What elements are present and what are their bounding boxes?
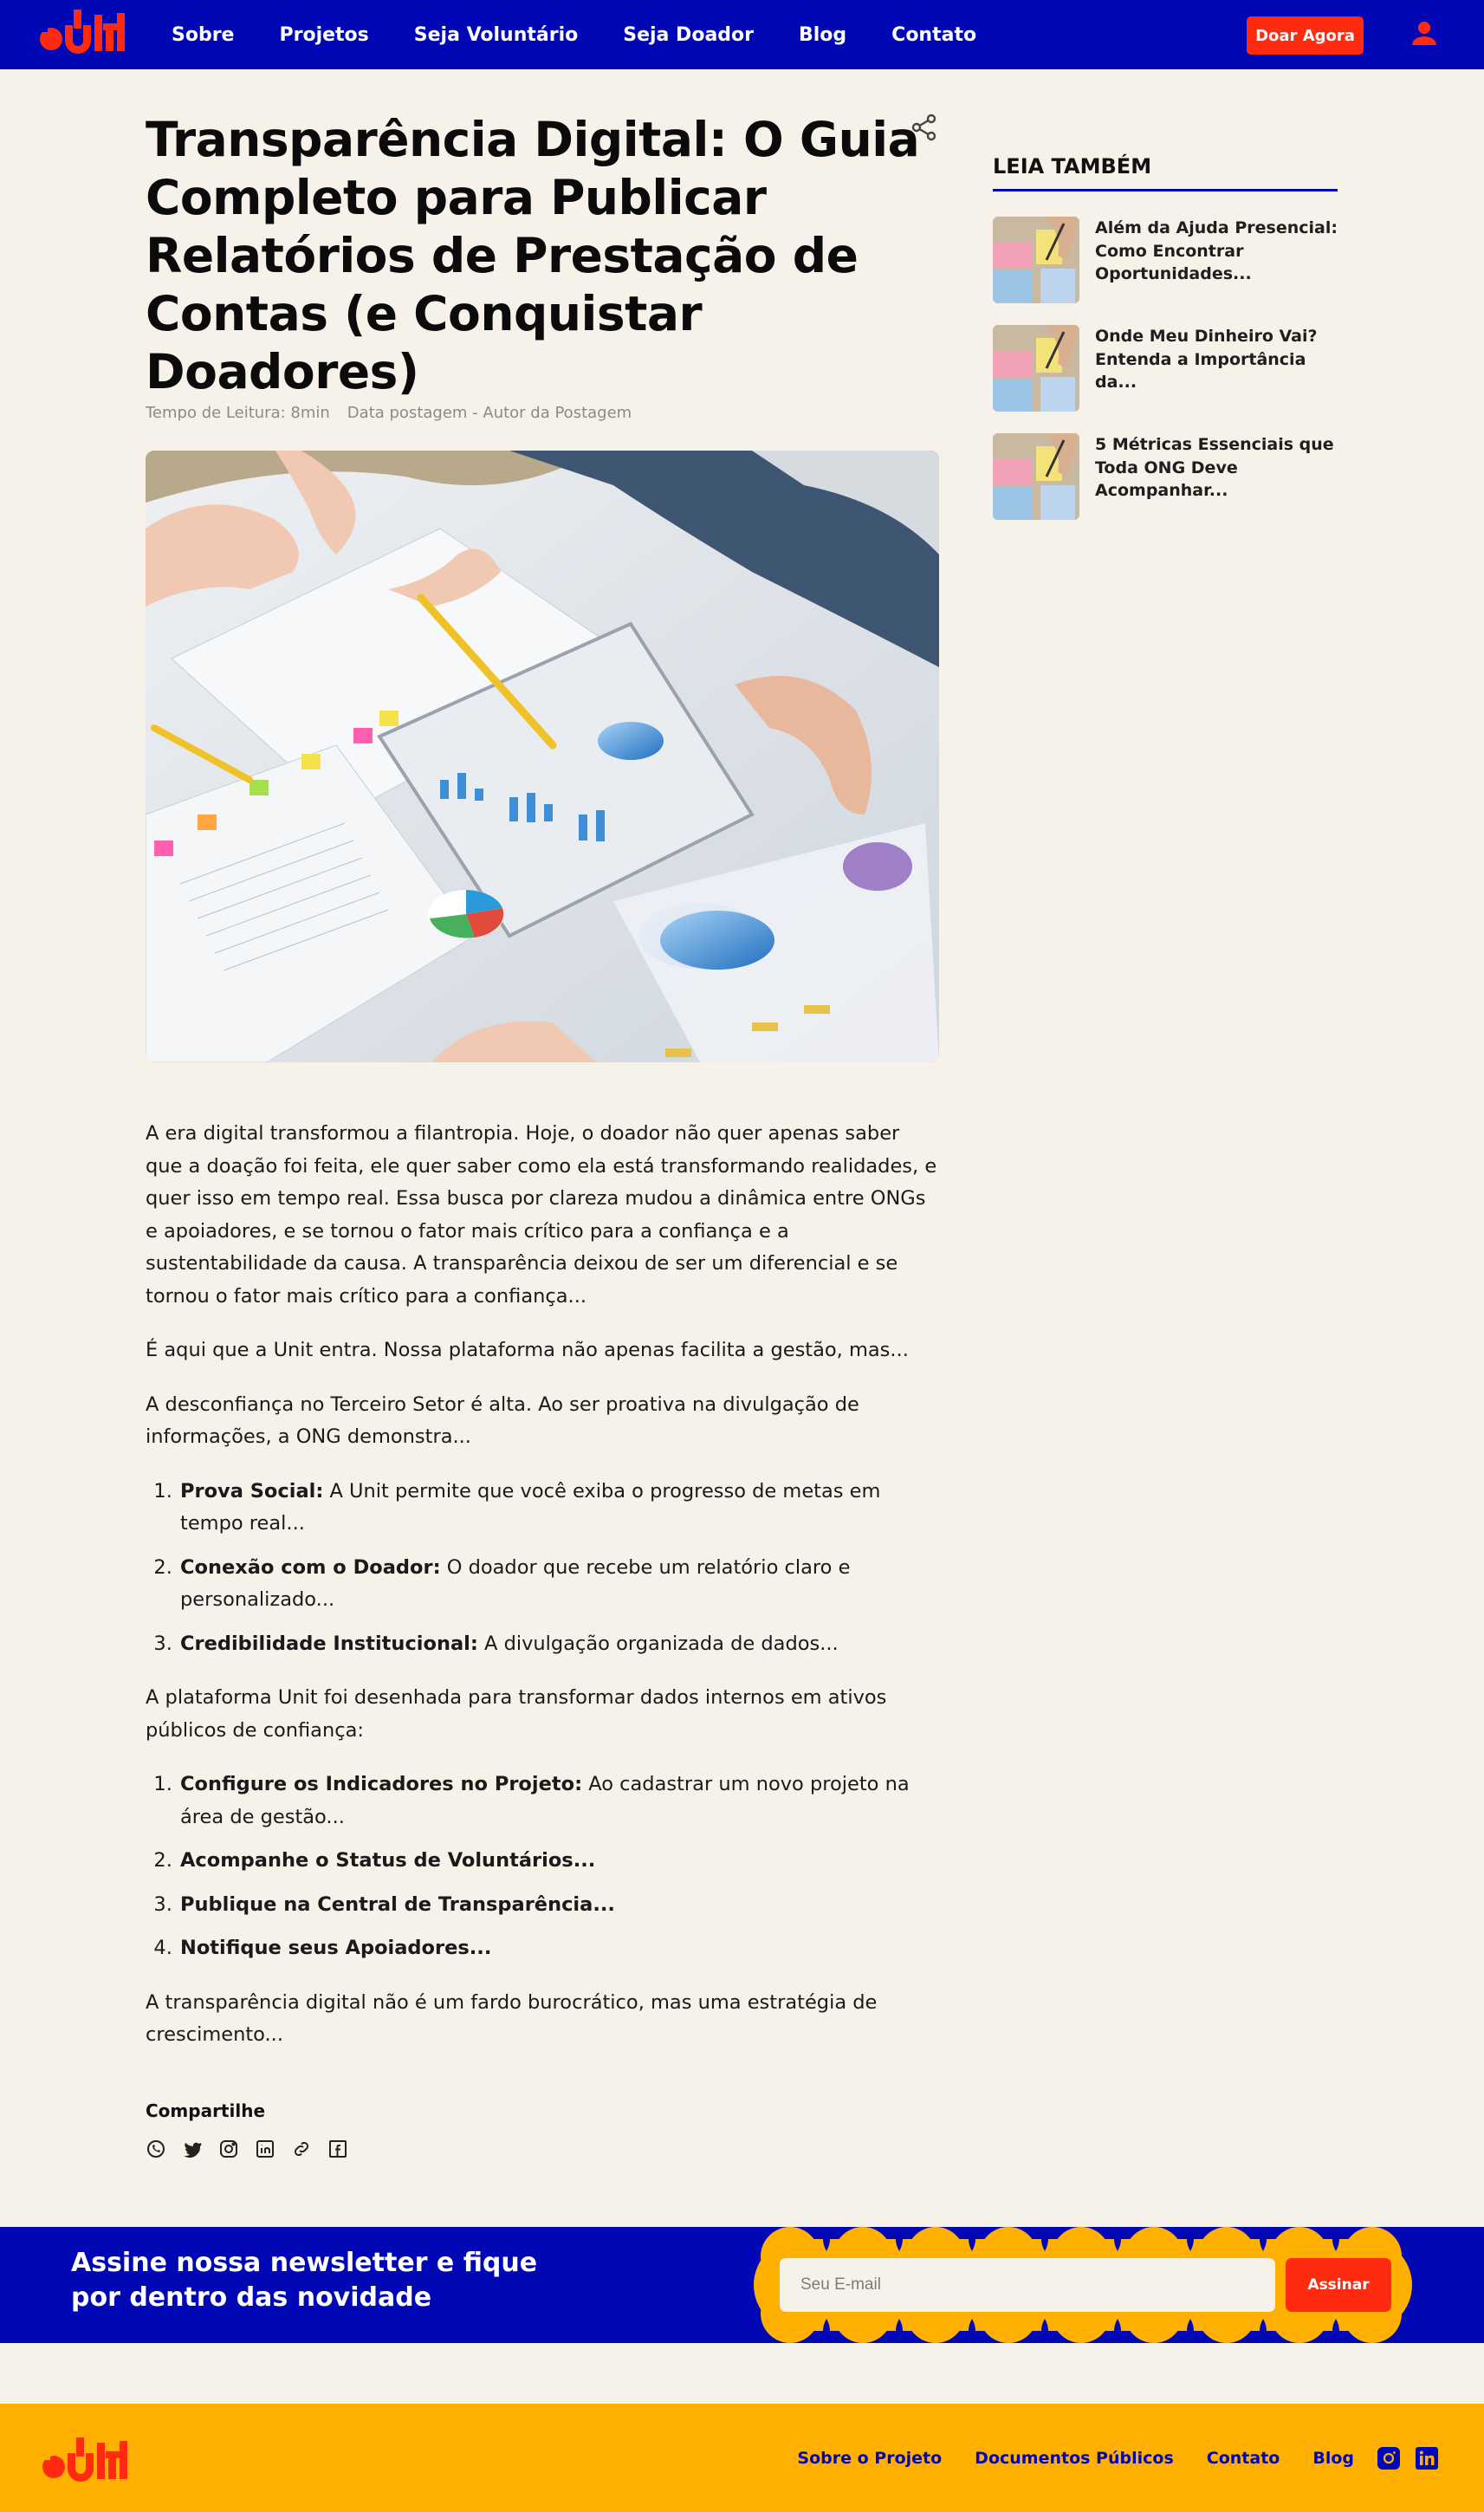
twitter-icon[interactable]: [182, 2139, 203, 2159]
footer-link-documentos-publicos[interactable]: Documentos Públicos: [975, 2449, 1174, 2468]
article-title: Transparência Digital: O Guia Completo p…: [146, 112, 920, 399]
paragraph: A era digital transformou a filantropia.…: [146, 1122, 937, 1308]
related-post[interactable]: Onde Meu Dinheiro Vai? Entenda a Importâ…: [993, 325, 1339, 412]
instagram-icon[interactable]: [218, 2139, 239, 2159]
whatsapp-icon[interactable]: [146, 2139, 166, 2159]
facebook-icon[interactable]: [327, 2139, 348, 2159]
linkedin-icon[interactable]: [1416, 2447, 1438, 2470]
related-post-title: 5 Métricas Essenciais que Toda ONG Deve …: [1095, 435, 1334, 500]
share-icon[interactable]: [910, 113, 939, 142]
benefits-list: Prova Social: A Unit permite que você ex…: [146, 1476, 939, 1661]
list-item: Configure os Indicadores no Projeto: Ao …: [178, 1769, 939, 1834]
unit-logo: [42, 2437, 127, 2482]
related-post-thumbnail: [993, 217, 1079, 303]
share-icons: [146, 2139, 348, 2159]
top-navbar: Sobre Projetos Seja Voluntário Seja Doad…: [0, 0, 1484, 69]
footer-social: [1377, 2447, 1438, 2470]
nav-item-sobre[interactable]: Sobre: [172, 24, 234, 46]
hero-illustration: [146, 451, 939, 1062]
article-hero-image: [146, 451, 939, 1062]
nav-item-seja-voluntario[interactable]: Seja Voluntário: [414, 24, 578, 46]
article-meta: Tempo de Leitura: 8min Data postagem - A…: [146, 404, 632, 422]
list-item: Credibilidade Institucional: A divulgaçã…: [178, 1628, 939, 1661]
reading-time: Tempo de Leitura: 8min: [146, 404, 330, 422]
list-item: Acompanhe o Status de Voluntários...: [178, 1845, 939, 1878]
article-body: A era digital transformou a filantropia.…: [146, 1118, 939, 2074]
subscribe-button[interactable]: Assinar: [1286, 2258, 1391, 2312]
footer-link-sobre-o-projeto[interactable]: Sobre o Projeto: [797, 2449, 942, 2468]
related-post-thumbnail: [993, 325, 1079, 412]
unit-logo: [39, 10, 125, 54]
nav-item-seja-doador[interactable]: Seja Doador: [623, 24, 754, 46]
paragraph: A transparência digital não é um fardo b…: [146, 1990, 878, 2047]
main-nav: Sobre Projetos Seja Voluntário Seja Doad…: [172, 0, 976, 69]
related-post-thumbnail: [993, 433, 1079, 520]
nav-item-blog[interactable]: Blog: [799, 24, 846, 46]
link-icon[interactable]: [291, 2139, 312, 2159]
instagram-icon[interactable]: [1377, 2447, 1400, 2470]
footer-nav: Sobre o Projeto Documentos Públicos Cont…: [797, 2404, 1354, 2512]
list-item: Notifique seus Apoiadores...: [178, 1932, 939, 1965]
user-icon[interactable]: [1409, 17, 1440, 49]
sidebar-heading: LEIA TAMBÉM: [993, 154, 1338, 191]
donate-button[interactable]: Doar Agora: [1247, 16, 1364, 55]
newsletter-section: Assine nossa newsletter e fique por dent…: [0, 2227, 1484, 2343]
paragraph: A plataforma Unit foi desenhada para tra…: [146, 1686, 887, 1742]
related-post-title: Além da Ajuda Presencial: Como Encontrar…: [1095, 218, 1338, 283]
date-author: Data postagem - Autor da Postagem: [347, 404, 632, 422]
newsletter-text: Assine nossa newsletter e fique por dent…: [71, 2248, 538, 2313]
paragraph: É aqui que a Unit entra. Nossa plataform…: [146, 1339, 909, 1361]
list-item: Prova Social: A Unit permite que você ex…: [178, 1476, 939, 1541]
linkedin-icon[interactable]: [255, 2139, 275, 2159]
list-item: Conexão com o Doador: O doador que receb…: [178, 1552, 939, 1617]
list-item: Publique na Central de Transparência...: [178, 1889, 939, 1922]
nav-item-projetos[interactable]: Projetos: [279, 24, 368, 46]
footer-link-contato[interactable]: Contato: [1207, 2449, 1280, 2468]
paragraph: A desconfiança no Terceiro Setor é alta.…: [146, 1392, 859, 1449]
steps-list: Configure os Indicadores no Projeto: Ao …: [146, 1769, 939, 1965]
related-post[interactable]: Além da Ajuda Presencial: Como Encontrar…: [993, 217, 1339, 303]
nav-item-contato[interactable]: Contato: [891, 24, 976, 46]
footer-link-blog[interactable]: Blog: [1312, 2449, 1354, 2468]
newsletter-email-input[interactable]: [780, 2258, 1275, 2312]
site-footer: Sobre o Projeto Documentos Públicos Cont…: [0, 2404, 1484, 2512]
related-post-title: Onde Meu Dinheiro Vai? Entenda a Importâ…: [1095, 327, 1318, 392]
related-post[interactable]: 5 Métricas Essenciais que Toda ONG Deve …: [993, 433, 1339, 520]
share-label: Compartilhe: [146, 2100, 266, 2121]
